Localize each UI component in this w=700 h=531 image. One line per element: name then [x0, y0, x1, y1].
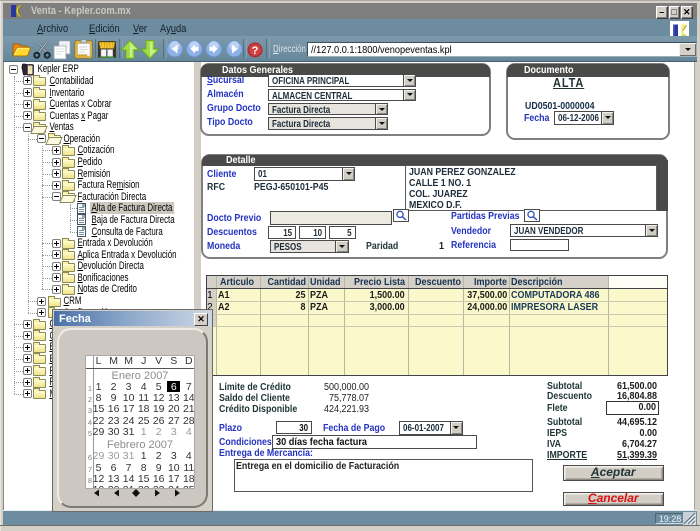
svg-text:?: ?	[252, 45, 259, 57]
